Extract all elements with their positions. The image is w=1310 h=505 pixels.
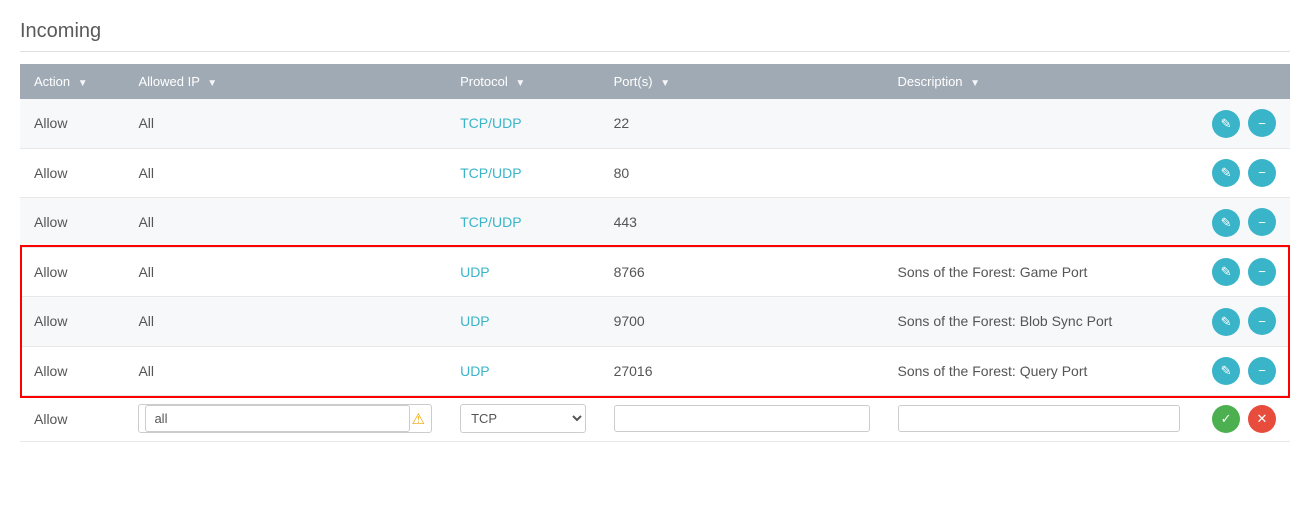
cell-row-actions: ✎ − [1194,297,1290,347]
cell-row-actions: ✎ − [1194,99,1290,148]
edit-button[interactable]: ✎ [1212,308,1240,336]
description-input[interactable] [898,405,1181,432]
col-allowed-ip[interactable]: Allowed IP ▼ [124,64,446,99]
allowed-ip-input[interactable] [145,405,409,432]
edit-button[interactable]: ✎ [1212,159,1240,187]
table-row: Allow All TCP/UDP 443 ✎ − [20,198,1290,248]
input-row: Allow ⚠ TCPUDPTCP/UDPICMP ✓ ✕ [20,396,1290,442]
cell-row-actions: ✎ − [1194,198,1290,248]
remove-button[interactable]: − [1248,307,1276,335]
cell-action: Allow [20,297,124,347]
remove-button[interactable]: − [1248,208,1276,236]
protocol-select[interactable]: TCPUDPTCP/UDPICMP [460,404,585,433]
table-header-row: Action ▼ Allowed IP ▼ Protocol ▼ Port(s)… [20,64,1290,99]
cell-allowed-ip: All [124,99,446,148]
sort-ports-icon: ▼ [660,78,670,89]
remove-button[interactable]: − [1248,109,1276,137]
cell-ports: 8766 [600,247,884,297]
page-title: Incoming [20,20,1290,52]
input-allowed-ip-cell: ⚠ [124,396,446,442]
cell-allowed-ip: All [124,247,446,297]
cell-action: Allow [20,148,124,198]
table-row: Allow All TCP/UDP 22 ✎ − [20,99,1290,148]
cell-protocol: UDP [446,297,599,347]
cell-description: Sons of the Forest: Query Port [884,346,1195,396]
input-row-actions: ✓ ✕ [1194,396,1290,442]
cell-row-actions: ✎ − [1194,247,1290,297]
input-protocol-cell: TCPUDPTCP/UDPICMP [446,396,599,442]
cancel-button[interactable]: ✕ [1248,405,1276,433]
edit-button[interactable]: ✎ [1212,110,1240,138]
table-row: Allow All TCP/UDP 80 ✎ − [20,148,1290,198]
firewall-rules-table: Action ▼ Allowed IP ▼ Protocol ▼ Port(s)… [20,64,1290,442]
cell-allowed-ip: All [124,198,446,248]
col-ports[interactable]: Port(s) ▼ [600,64,884,99]
remove-button[interactable]: − [1248,159,1276,187]
cell-allowed-ip: All [124,297,446,347]
cell-action: Allow [20,346,124,396]
cell-ports: 443 [600,198,884,248]
cell-description: Sons of the Forest: Blob Sync Port [884,297,1195,347]
table-row: Allow All UDP 27016 Sons of the Forest: … [20,346,1290,396]
cell-allowed-ip: All [124,148,446,198]
cell-description [884,148,1195,198]
cell-allowed-ip: All [124,346,446,396]
cell-protocol: UDP [446,346,599,396]
cell-action: Allow [20,198,124,248]
cell-ports: 27016 [600,346,884,396]
confirm-button[interactable]: ✓ [1212,405,1240,433]
input-action-label: Allow [20,396,124,442]
remove-button[interactable]: − [1248,258,1276,286]
col-description[interactable]: Description ▼ [884,64,1195,99]
table-row: Allow All UDP 9700 Sons of the Forest: B… [20,297,1290,347]
cell-row-actions: ✎ − [1194,148,1290,198]
col-actions-header [1194,64,1290,99]
cell-protocol: TCP/UDP [446,198,599,248]
cell-ports: 80 [600,148,884,198]
col-action[interactable]: Action ▼ [20,64,124,99]
cell-description [884,198,1195,248]
sort-description-icon: ▼ [970,78,980,89]
edit-button[interactable]: ✎ [1212,357,1240,385]
sort-action-icon: ▼ [78,78,88,89]
input-description-cell [884,396,1195,442]
edit-button[interactable]: ✎ [1212,258,1240,286]
input-ports-cell [600,396,884,442]
col-protocol[interactable]: Protocol ▼ [446,64,599,99]
cell-action: Allow [20,247,124,297]
cell-action: Allow [20,99,124,148]
ports-input[interactable] [614,405,870,432]
edit-button[interactable]: ✎ [1212,209,1240,237]
cell-ports: 22 [600,99,884,148]
cell-description: Sons of the Forest: Game Port [884,247,1195,297]
cell-protocol: TCP/UDP [446,99,599,148]
sort-allowed-ip-icon: ▼ [207,78,217,89]
cell-row-actions: ✎ − [1194,346,1290,396]
cell-protocol: UDP [446,247,599,297]
sort-protocol-icon: ▼ [515,78,525,89]
cell-protocol: TCP/UDP [446,148,599,198]
cell-description [884,99,1195,148]
table-row: Allow All UDP 8766 Sons of the Forest: G… [20,247,1290,297]
cell-ports: 9700 [600,297,884,347]
remove-button[interactable]: − [1248,357,1276,385]
warning-icon: ⚠ [412,410,425,428]
